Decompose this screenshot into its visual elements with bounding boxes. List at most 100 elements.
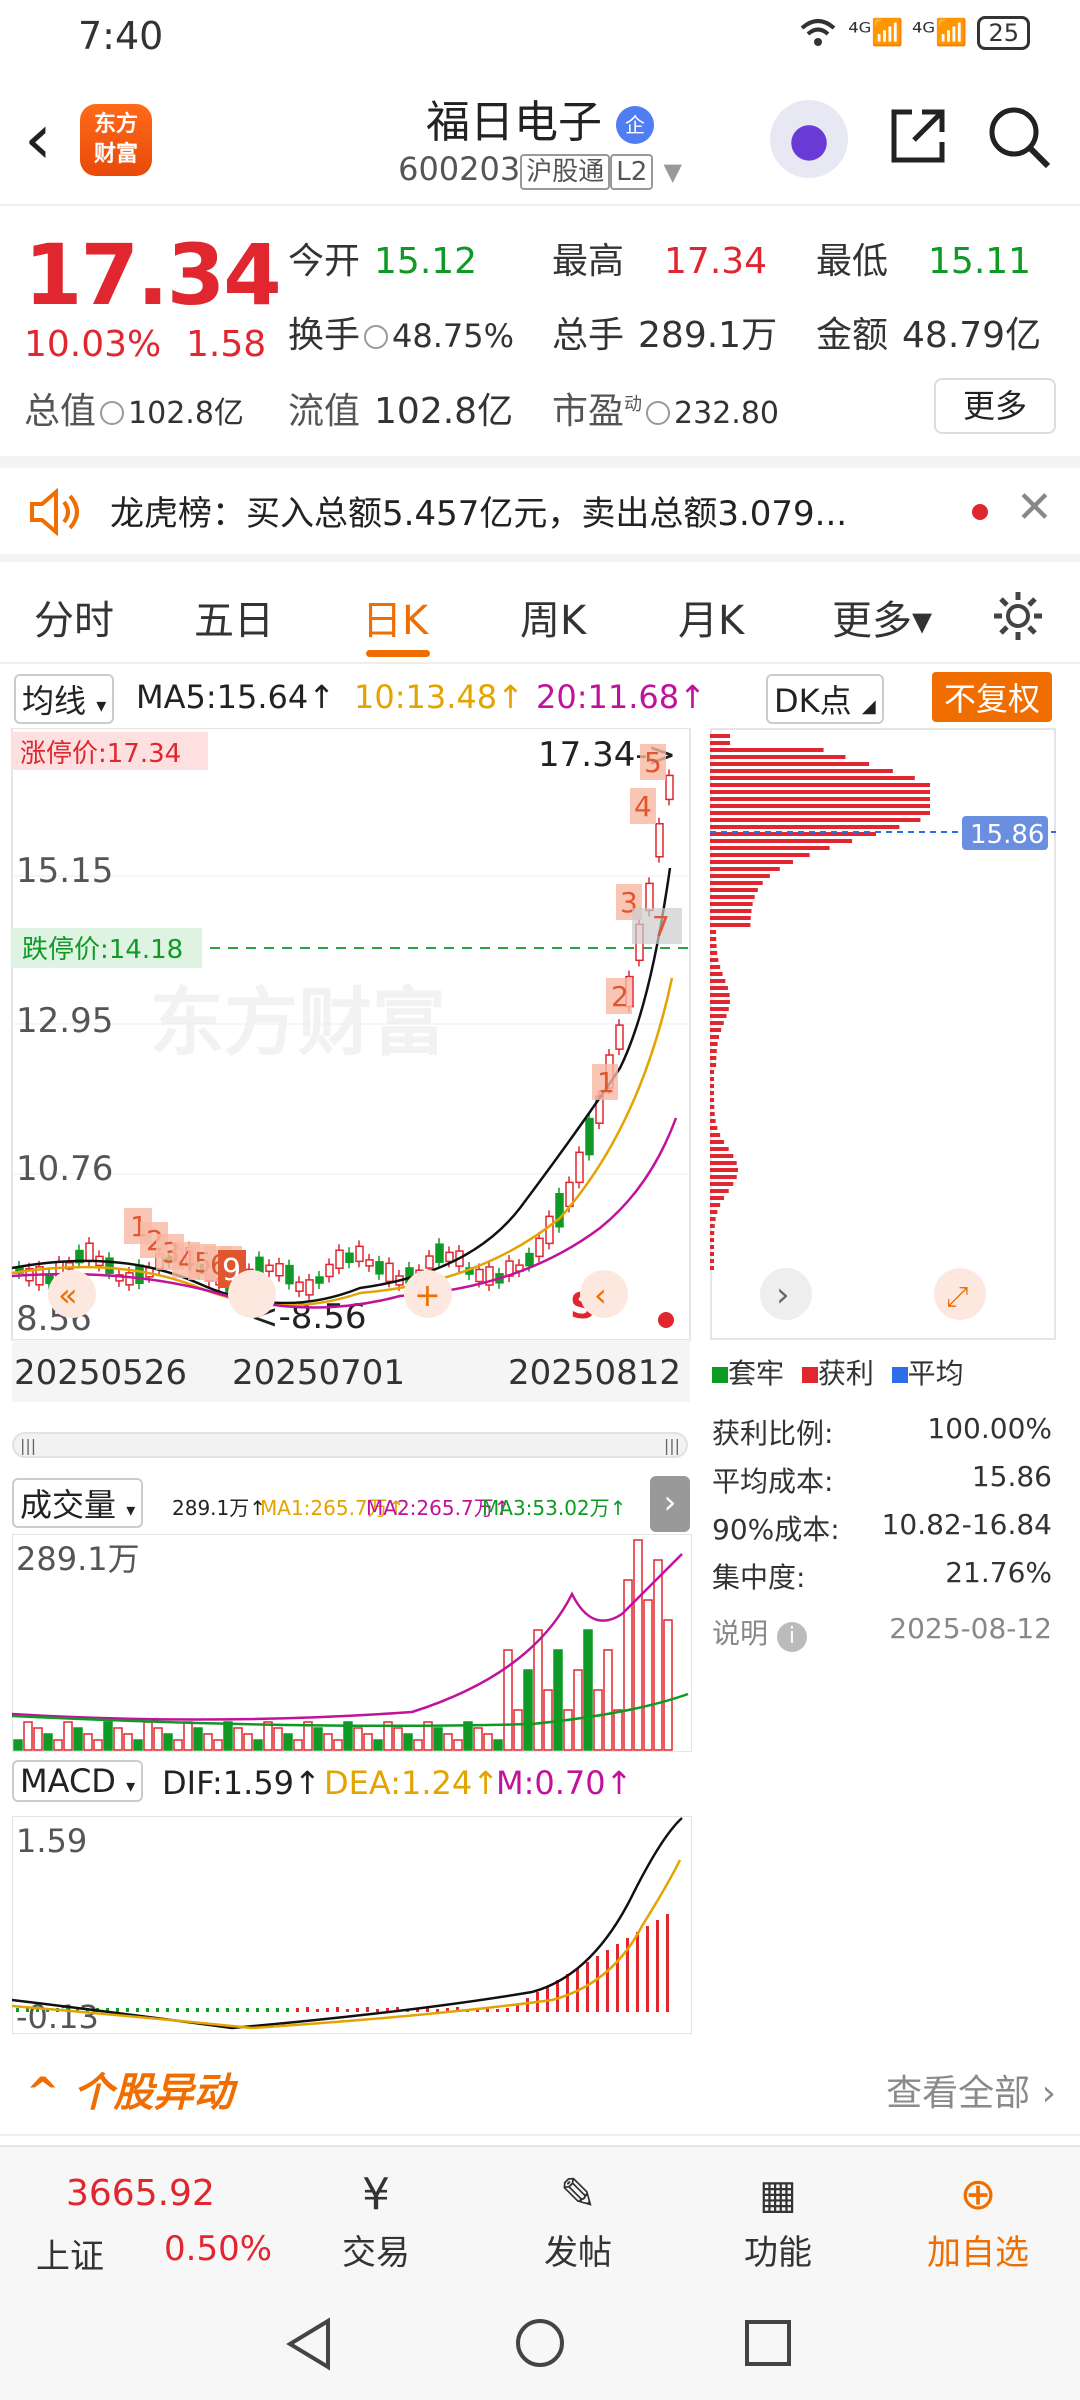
tab-weekly-k[interactable]: 周K xyxy=(520,588,586,646)
candle-body xyxy=(255,1256,264,1274)
enterprise-badge-icon: 企 xyxy=(616,106,654,144)
macd-bar xyxy=(546,1986,549,2012)
cost-bar xyxy=(710,1147,729,1151)
info-icon xyxy=(100,401,125,425)
index-value[interactable]: 3665.92 xyxy=(66,2173,215,2214)
cost-bar xyxy=(710,1063,717,1067)
dk-point-select[interactable]: DK点 ◢ xyxy=(766,674,884,724)
more-button[interactable]: 更多 xyxy=(934,378,1056,434)
macd-dif: DIF:1.59↑ xyxy=(162,1764,321,1802)
settings-gear-icon[interactable] xyxy=(990,588,1046,644)
cost-bar xyxy=(710,755,846,759)
macd-bar xyxy=(166,2008,169,2012)
macd-bar xyxy=(346,2009,349,2012)
indicator-select[interactable]: 均线 ▾ xyxy=(14,674,115,724)
high-field: 最高 17.34 xyxy=(552,241,768,282)
volume-bar xyxy=(153,1727,163,1751)
post-button[interactable]: ✎ 发帖 xyxy=(508,2165,648,2274)
cost-bar xyxy=(710,1000,730,1004)
macd-bar xyxy=(506,2008,509,2012)
status-icons: ⁴ᴳ📶 ⁴ᴳ📶 25 xyxy=(798,16,1030,50)
index-percent[interactable]: 0.50% xyxy=(164,2229,272,2269)
ai-assistant-icon[interactable] xyxy=(770,100,848,178)
cost-bar xyxy=(710,804,930,808)
volume-bar xyxy=(163,1733,173,1751)
volume-bar xyxy=(143,1721,153,1751)
zoom-out-icon[interactable] xyxy=(228,1270,276,1318)
volume-bar xyxy=(353,1727,363,1751)
candle-body xyxy=(345,1252,354,1264)
volume-indicator-select[interactable]: 成交量 ▾ xyxy=(12,1478,144,1528)
macd-indicator-select[interactable]: MACD ▾ xyxy=(12,1760,144,1802)
volume-bar xyxy=(533,1629,543,1751)
kline-chart[interactable]: 东方财富 涨停价:17.34 跌停价:14.18 15.15 12.95 10.… xyxy=(0,728,700,1418)
volume-bar xyxy=(593,1689,603,1751)
volume-chart[interactable]: 289.1万 xyxy=(12,1534,692,1752)
stock-anomaly-section[interactable]: ^ 个股异动 查看全部 › xyxy=(0,2040,1080,2136)
candle-body xyxy=(615,1024,624,1050)
cost-note-row[interactable]: 说明 i 2025-08-12 xyxy=(712,1612,1052,1652)
cost-bar xyxy=(710,846,830,850)
close-icon[interactable]: ✕ xyxy=(1016,482,1053,533)
macd-bar xyxy=(256,2008,259,2012)
volume-bar xyxy=(213,1739,223,1751)
macd-bar xyxy=(226,2008,229,2012)
function-button[interactable]: ▦ 功能 xyxy=(708,2165,848,2274)
cost-bar xyxy=(710,1196,725,1200)
wifi-icon xyxy=(800,19,836,46)
volume-field: 总手 289.1万 xyxy=(552,315,778,356)
volume-bar xyxy=(263,1721,273,1751)
macd-chart[interactable]: 1.59 -0.13 xyxy=(12,1816,692,2034)
cost-bar xyxy=(710,1259,715,1263)
tab-more[interactable]: 更多▾ xyxy=(832,588,932,646)
tab-five-day[interactable]: 五日 xyxy=(194,588,274,646)
range-handle-right[interactable]: ||| xyxy=(664,1436,680,1455)
tab-daily-k[interactable]: 日K xyxy=(362,588,428,646)
volume-bar xyxy=(483,1733,493,1751)
cost-bar xyxy=(710,958,719,962)
adjust-mode-button[interactable]: 不复权 xyxy=(932,672,1053,722)
volume-bar xyxy=(243,1733,253,1751)
cost-distribution-chart[interactable]: 15.86 › ⤢ xyxy=(710,728,1056,1340)
nav-back-icon[interactable] xyxy=(284,2317,334,2371)
cost-bar xyxy=(710,748,824,752)
candle-body xyxy=(265,1264,274,1273)
volume-bar xyxy=(313,1727,323,1751)
expand-panel-icon[interactable]: › xyxy=(650,1476,690,1532)
range-slider[interactable]: ||| ||| xyxy=(12,1432,688,1458)
macd-min-label: -0.13 xyxy=(16,1998,99,2034)
tab-intraday[interactable]: 分时 xyxy=(34,588,114,646)
range-handle-left[interactable]: ||| xyxy=(20,1436,36,1455)
volume-bar xyxy=(413,1739,423,1751)
add-watchlist-button[interactable]: ⊕ 加自选 xyxy=(908,2165,1048,2274)
dragon-tiger-notice[interactable]: 龙虎榜：买入总额5.457亿元，卖出总额3.079... ✕ xyxy=(0,468,1080,554)
cost-bar xyxy=(710,818,921,822)
macd-bar xyxy=(666,1914,669,2012)
cost-bar xyxy=(710,1098,715,1102)
search-icon[interactable] xyxy=(986,104,1052,170)
last-price: 17.34 xyxy=(24,226,282,324)
share-icon[interactable] xyxy=(886,104,950,168)
nav-recents-icon[interactable] xyxy=(744,2319,792,2367)
macd-bar xyxy=(16,2008,19,2012)
macd-bar xyxy=(116,2008,119,2012)
low-field: 最低 15.11 xyxy=(816,241,1032,282)
cost-bar xyxy=(710,979,726,983)
index-name[interactable]: 上证 xyxy=(36,2229,104,2278)
view-all-link[interactable]: 查看全部 › xyxy=(886,2064,1056,2116)
volume-bar xyxy=(453,1739,463,1751)
macd-bar xyxy=(566,1974,569,2012)
cost-bar xyxy=(710,888,758,892)
volume-bar xyxy=(73,1727,83,1751)
candle-body xyxy=(525,1252,534,1267)
change-percent: 10.03% xyxy=(24,324,162,365)
tab-monthly-k[interactable]: 月K xyxy=(678,588,744,646)
cost-bar xyxy=(710,1007,729,1011)
trade-button[interactable]: ¥ 交易 xyxy=(306,2165,446,2274)
macd-bar xyxy=(246,2008,249,2012)
volume-bar xyxy=(573,1669,583,1751)
cost-bar xyxy=(710,1035,720,1039)
cost-bar xyxy=(710,776,915,780)
nav-home-icon[interactable] xyxy=(514,2317,566,2369)
cost-bar xyxy=(710,1182,734,1186)
